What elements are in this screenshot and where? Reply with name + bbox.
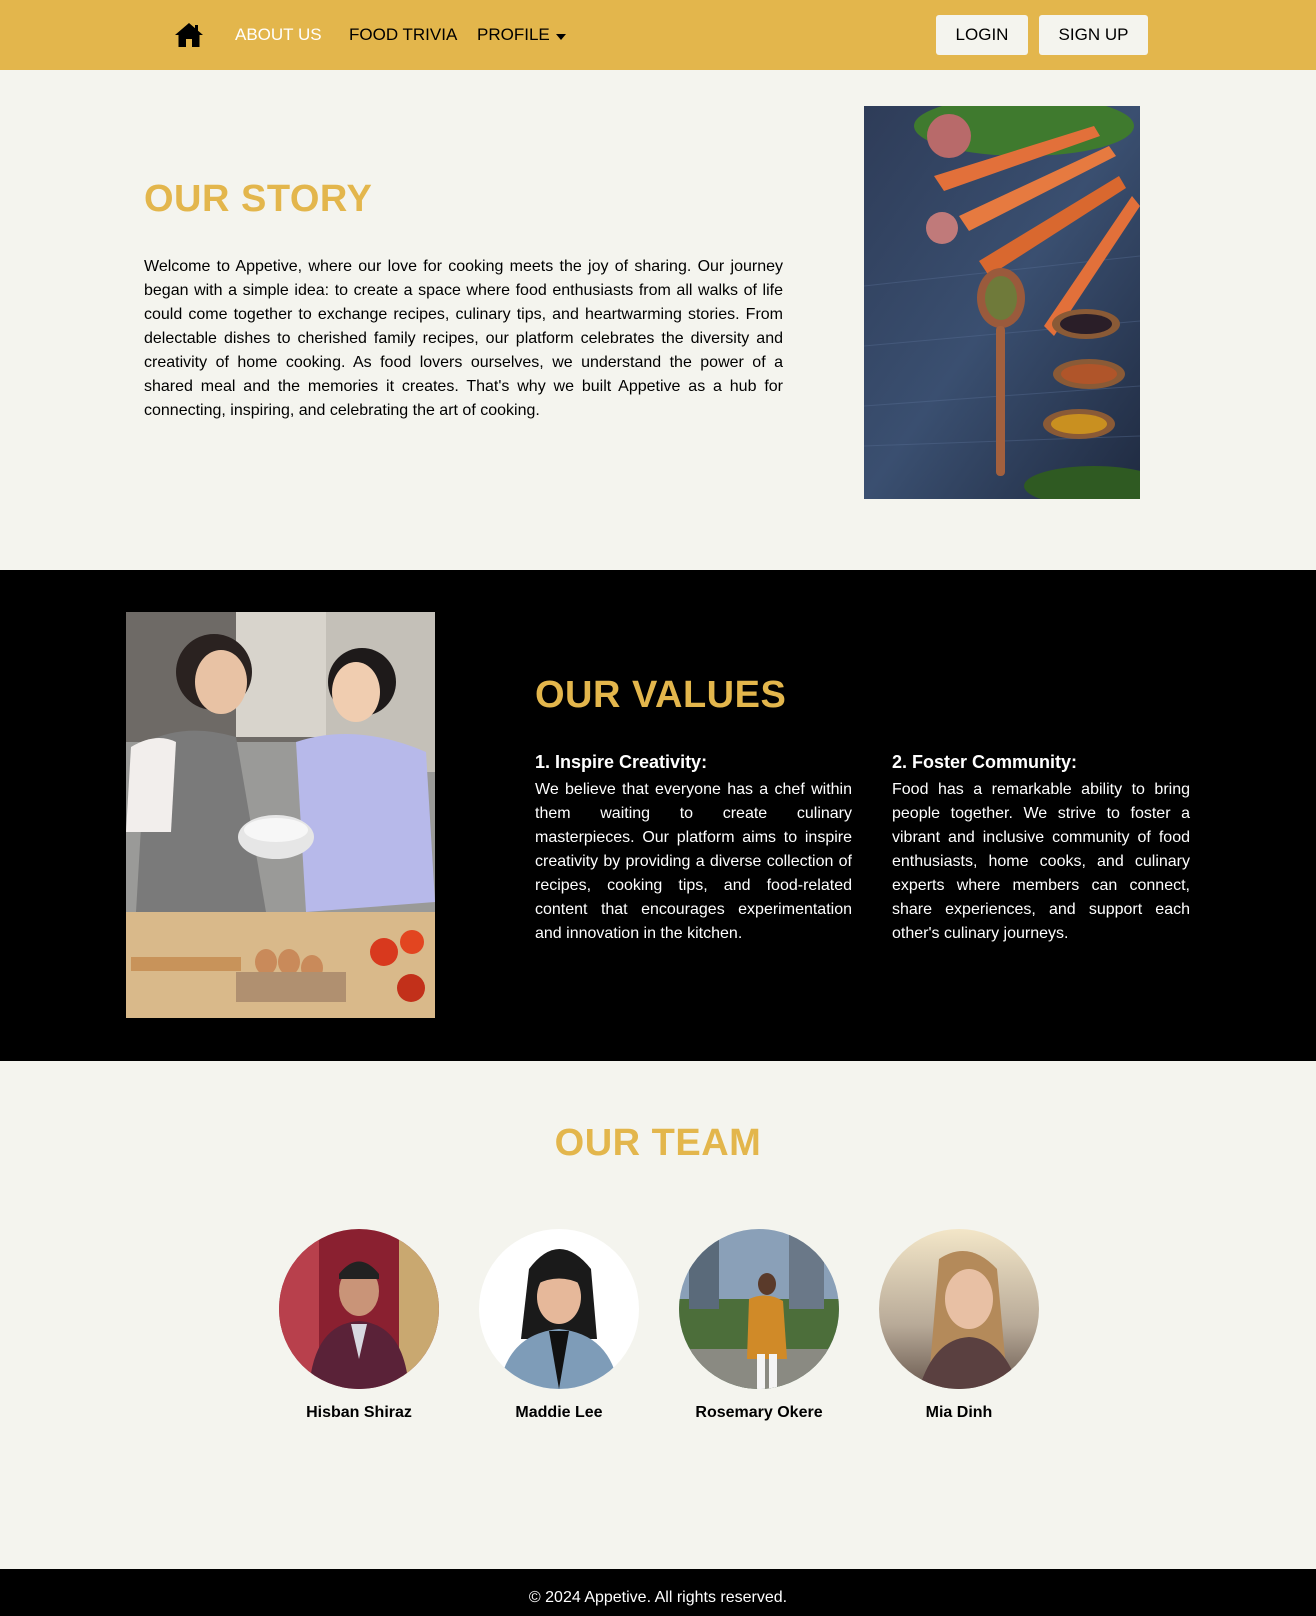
story-title: OUR STORY: [144, 178, 373, 220]
values-title: OUR VALUES: [535, 674, 787, 716]
team-member-card: Hisban Shiraz: [259, 1229, 459, 1422]
member-name: Hisban Shiraz: [306, 1404, 412, 1421]
carrots-spices-photo: [864, 106, 1140, 499]
login-button[interactable]: LOGIN: [936, 15, 1028, 55]
signup-button[interactable]: SIGN UP: [1039, 15, 1148, 55]
team-member-card: Rosemary Okere: [659, 1229, 859, 1422]
nav-about-us-link[interactable]: ABOUT US: [235, 24, 322, 46]
avatar: [679, 1229, 839, 1389]
team-member-card: Mia Dinh: [859, 1229, 1059, 1422]
nav-food-trivia-link[interactable]: FOOD TRIVIA: [349, 24, 457, 46]
value-heading: 1. Inspire Creativity:: [535, 752, 708, 772]
team-title: OUR TEAM: [554, 1122, 762, 1164]
top-navbar: ABOUT US FOOD TRIVIA PROFILE LOGIN SIGN …: [0, 0, 1316, 70]
member-name: Maddie Lee: [515, 1404, 603, 1421]
value-heading: 2. Foster Community:: [892, 752, 1078, 772]
value-text: We believe that everyone has a chef with…: [535, 781, 852, 942]
avatar: [479, 1229, 639, 1389]
member-name: Mia Dinh: [925, 1404, 993, 1421]
home-icon[interactable]: [174, 22, 204, 48]
footer-copyright: © 2024 Appetive. All rights reserved.: [528, 1589, 788, 1606]
footer: © 2024 Appetive. All rights reserved.: [0, 1569, 1316, 1616]
values-section: OUR VALUES 1. Inspire Creativity: We bel…: [0, 570, 1316, 1061]
cooking-together-photo: [126, 612, 435, 1018]
chevron-down-icon[interactable]: [556, 34, 566, 40]
avatar: [879, 1229, 1039, 1389]
avatar: [279, 1229, 439, 1389]
value-text: Food has a remarkable ability to bring p…: [892, 781, 1190, 942]
member-name: Rosemary Okere: [695, 1404, 823, 1421]
story-paragraph: Welcome to Appetive, where our love for …: [144, 258, 783, 419]
team-member-card: Maddie Lee: [459, 1229, 659, 1422]
nav-profile-dropdown[interactable]: PROFILE: [477, 24, 550, 46]
